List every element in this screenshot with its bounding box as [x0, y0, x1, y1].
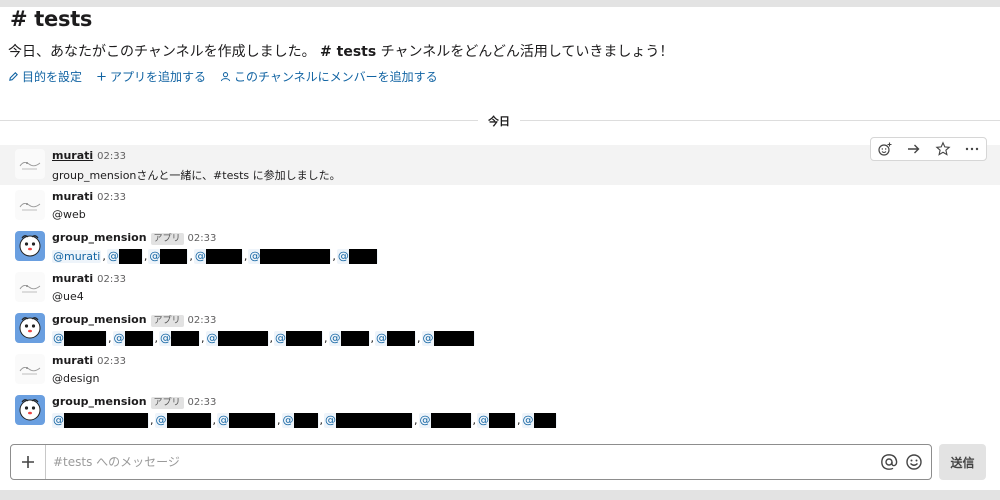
- more-actions-button[interactable]: [957, 138, 986, 160]
- message-composer: [10, 444, 932, 480]
- add-app-link[interactable]: アプリを追加する: [96, 68, 206, 85]
- message-hover-toolbar: [870, 137, 987, 161]
- message-text: @, @, @, @, @, @, @, @: [52, 413, 557, 428]
- user-mention[interactable]: @: [521, 413, 557, 428]
- star-icon: [935, 141, 951, 156]
- user-mention[interactable]: @: [148, 249, 189, 264]
- share-message-button[interactable]: [900, 138, 929, 160]
- avatar[interactable]: [15, 149, 45, 179]
- user-mention[interactable]: @: [205, 331, 269, 346]
- user-mention[interactable]: @: [281, 413, 319, 428]
- user-mention[interactable]: @: [477, 413, 516, 428]
- message-row[interactable]: murati 02:33 @web: [0, 186, 1000, 226]
- app-badge: アプリ: [150, 315, 184, 327]
- channel-intro: 今日、あなたがこのチャンネルを作成しました。 # tests チャンネルをどんど…: [8, 41, 673, 61]
- user-mention[interactable]: @: [159, 331, 200, 346]
- timestamp[interactable]: 02:33: [97, 274, 126, 285]
- top-bar: [0, 0, 1000, 7]
- set-purpose-link[interactable]: 目的を設定: [8, 68, 82, 85]
- timestamp[interactable]: 02:33: [97, 151, 126, 162]
- message-row[interactable]: group_mension アプリ 02:33 @, @, @, @, @, @…: [0, 309, 1000, 349]
- message-row[interactable]: murati 02:33 @design: [0, 350, 1000, 390]
- user-mention[interactable]: @: [217, 413, 276, 428]
- user-mention[interactable]: @: [328, 331, 370, 346]
- person-icon: [220, 72, 231, 82]
- channel-title: # tests: [10, 7, 93, 31]
- intro-prefix: 今日、あなたがこのチャンネルを作成しました。: [8, 44, 316, 60]
- message-text: @ue4: [52, 290, 84, 303]
- bot-avatar[interactable]: [15, 313, 45, 343]
- message-text: @web: [52, 208, 86, 221]
- send-button[interactable]: 送信: [939, 444, 986, 480]
- at-sign-icon: [881, 454, 898, 470]
- user-mention[interactable]: @: [112, 331, 154, 346]
- add-reaction-button[interactable]: [871, 138, 900, 160]
- message-text: @design: [52, 372, 100, 385]
- user-mention[interactable]: @: [52, 413, 149, 428]
- user-mention[interactable]: @: [52, 331, 107, 346]
- avatar[interactable]: [15, 354, 45, 384]
- user-mention[interactable]: @murati: [52, 250, 102, 263]
- add-reaction-icon: [878, 142, 892, 156]
- message-row[interactable]: group_mension アプリ 02:33 @, @, @, @, @, @…: [0, 391, 1000, 431]
- user-mention[interactable]: @: [274, 331, 323, 346]
- pencil-icon: [9, 72, 18, 81]
- user-name[interactable]: murati: [52, 190, 93, 203]
- intro-suffix: チャンネルをどんどん活用していきましょう！: [380, 44, 674, 60]
- bot-avatar[interactable]: [15, 231, 45, 261]
- user-mention[interactable]: @: [193, 249, 243, 264]
- timestamp[interactable]: 02:33: [188, 233, 217, 244]
- user-mention[interactable]: @: [418, 413, 472, 428]
- emoji-icon: [906, 454, 922, 470]
- user-mention[interactable]: @: [336, 249, 378, 264]
- user-name[interactable]: group_mension: [52, 313, 147, 326]
- timestamp[interactable]: 02:33: [188, 397, 217, 408]
- user-name[interactable]: group_mension: [52, 231, 147, 244]
- add-member-link[interactable]: このチャンネルにメンバーを追加する: [220, 68, 438, 85]
- bottom-bar: [0, 490, 1000, 500]
- user-mention[interactable]: @: [324, 413, 413, 428]
- avatar[interactable]: [15, 272, 45, 302]
- mention-button[interactable]: [879, 452, 899, 472]
- message-text: group_mensionさんと一緒に、#tests に参加しました。: [52, 169, 341, 182]
- avatar[interactable]: [15, 190, 45, 220]
- user-mention[interactable]: @: [375, 331, 416, 346]
- emoji-button[interactable]: [904, 452, 924, 472]
- share-icon: [908, 144, 920, 154]
- message-row[interactable]: murati 02:33 @ue4: [0, 268, 1000, 308]
- intro-channel: # tests: [320, 44, 377, 60]
- user-name[interactable]: group_mension: [52, 395, 147, 408]
- app-badge: アプリ: [150, 397, 184, 409]
- message-text: @murati, @, @, @, @, @: [52, 249, 378, 264]
- timestamp[interactable]: 02:33: [97, 192, 126, 203]
- message-row[interactable]: murati 02:33 group_mensionさんと一緒に、#tests …: [0, 145, 1000, 185]
- plus-icon: [22, 456, 34, 468]
- date-divider-label: 今日: [478, 113, 520, 129]
- user-mention[interactable]: @: [106, 249, 143, 264]
- message-text: @, @, @, @, @, @, @, @: [52, 331, 475, 346]
- add-member-label: このチャンネルにメンバーを追加する: [234, 70, 438, 84]
- app-badge: アプリ: [150, 233, 184, 245]
- user-mention[interactable]: @: [154, 413, 212, 428]
- add-app-label: アプリを追加する: [110, 70, 207, 84]
- user-name[interactable]: murati: [52, 354, 93, 367]
- channel-actions: 目的を設定 アプリを追加する このチャンネルにメンバーを追加する: [8, 68, 438, 85]
- set-purpose-label: 目的を設定: [22, 70, 83, 84]
- user-name[interactable]: murati: [52, 149, 93, 162]
- user-mention[interactable]: @: [421, 331, 475, 346]
- plus-icon: [97, 72, 106, 81]
- message-input[interactable]: [53, 452, 853, 472]
- timestamp[interactable]: 02:33: [97, 356, 126, 367]
- save-message-button[interactable]: [929, 138, 958, 160]
- message-row[interactable]: group_mension アプリ 02:33 @murati, @, @, @…: [0, 227, 1000, 267]
- more-icon: [965, 147, 978, 151]
- timestamp[interactable]: 02:33: [188, 315, 217, 326]
- bot-avatar[interactable]: [15, 395, 45, 425]
- user-name[interactable]: murati: [52, 272, 93, 285]
- attach-button[interactable]: [11, 445, 46, 479]
- user-mention[interactable]: @: [248, 249, 332, 264]
